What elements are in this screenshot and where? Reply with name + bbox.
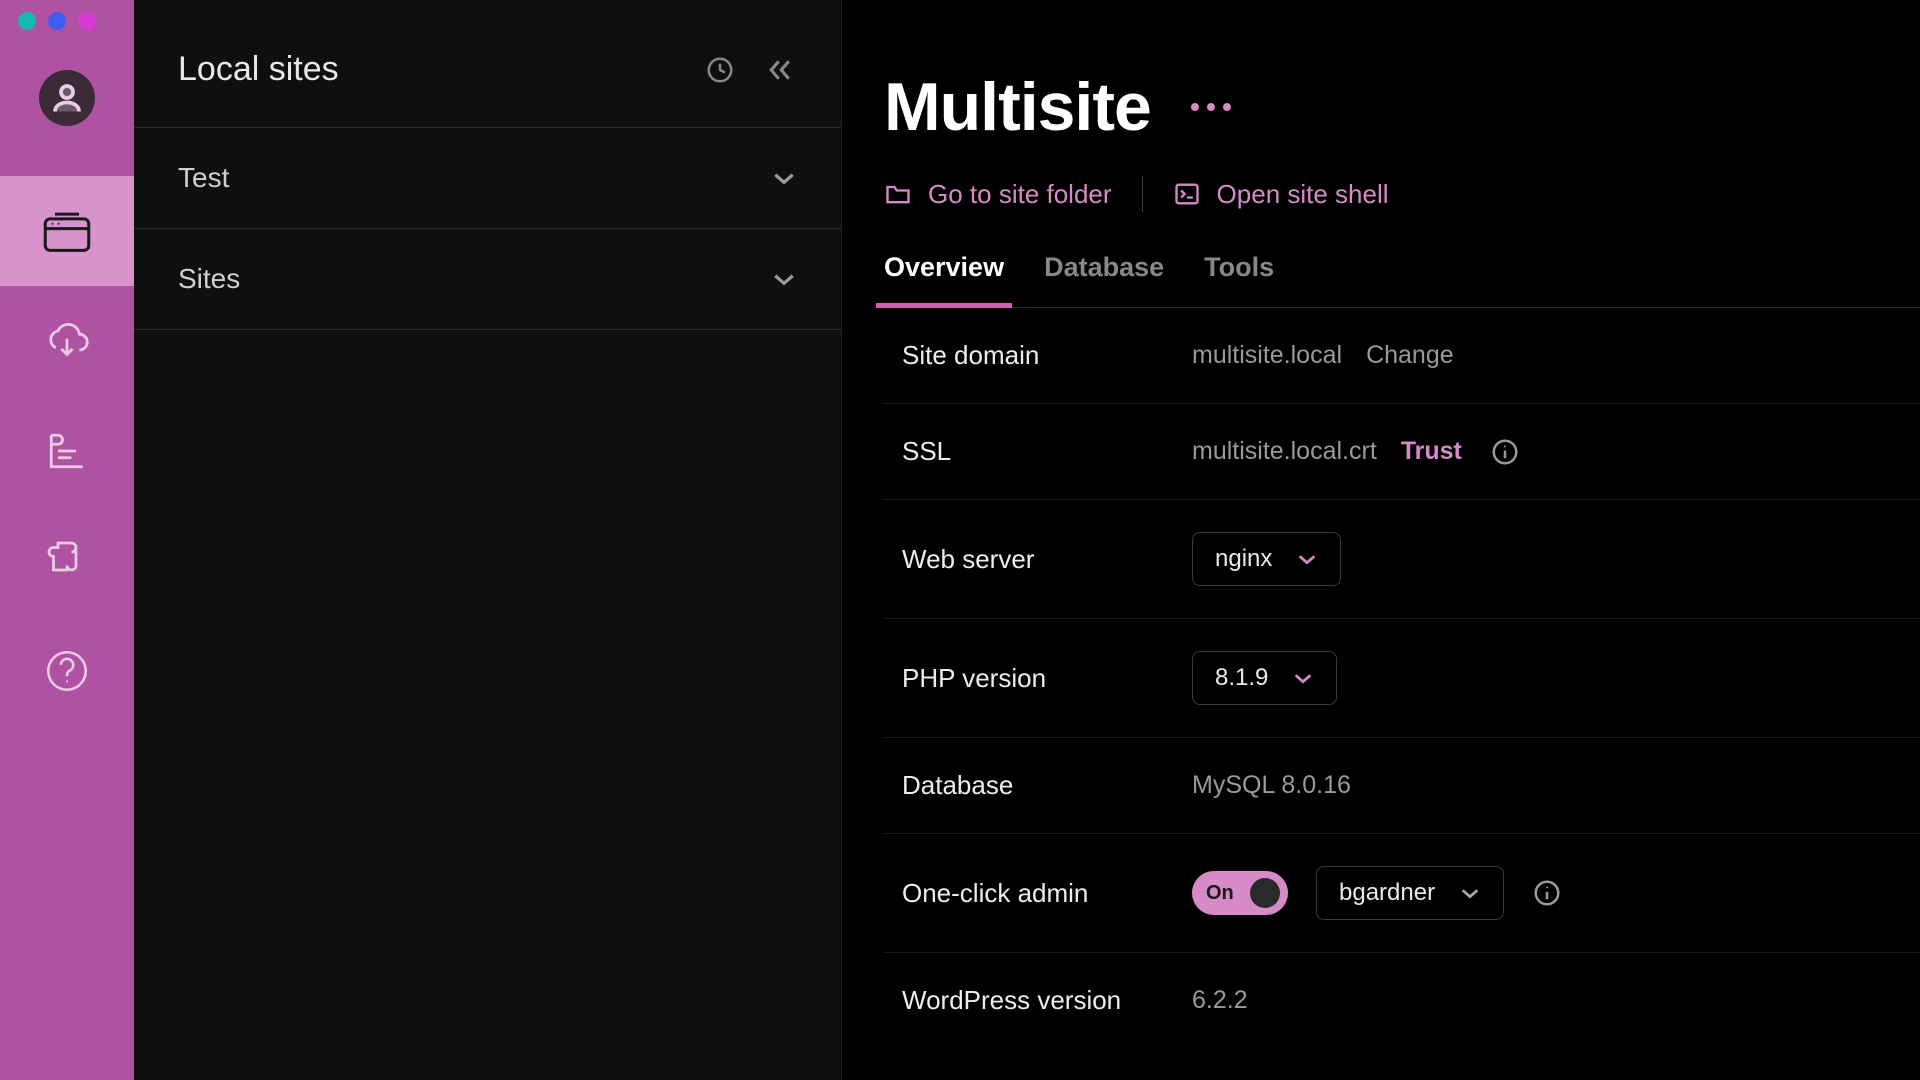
- info-icon[interactable]: [1490, 437, 1520, 467]
- change-domain-button[interactable]: Change: [1366, 341, 1454, 370]
- admin-user-select[interactable]: bgardner: [1316, 866, 1504, 920]
- sites-panel: Local sites Test Sites: [134, 0, 842, 1080]
- nav-blueprints[interactable]: [0, 396, 134, 506]
- oneclick-toggle[interactable]: On: [1192, 871, 1288, 915]
- user-icon: [49, 80, 85, 116]
- chevron-down-icon: [771, 271, 797, 287]
- iconbar: [0, 0, 134, 1080]
- browser-icon: [38, 202, 96, 260]
- maximize-dot[interactable]: [78, 12, 96, 30]
- puzzle-icon: [40, 534, 94, 588]
- window-controls[interactable]: [18, 12, 96, 30]
- recent-icon[interactable]: [705, 55, 735, 85]
- chevron-down-icon: [1296, 552, 1318, 566]
- cloud-download-icon: [40, 314, 94, 368]
- site-title: Multisite: [884, 68, 1151, 146]
- minimize-dot[interactable]: [48, 12, 66, 30]
- nav-sites[interactable]: [0, 176, 134, 286]
- sites-title: Local sites: [178, 50, 339, 89]
- php-select[interactable]: 8.1.9: [1192, 651, 1337, 705]
- chevron-down-icon: [1459, 886, 1481, 900]
- site-group-label: Sites: [178, 263, 240, 295]
- chevron-down-icon: [1292, 671, 1314, 685]
- site-group-label: Test: [178, 162, 229, 194]
- avatar[interactable]: [39, 70, 95, 126]
- site-detail: Multisite Go to site folder Open site sh…: [842, 0, 1920, 1080]
- help-icon: [42, 646, 92, 696]
- nav-cloud[interactable]: [0, 286, 134, 396]
- row-ssl: SSL multisite.local.crt Trust: [884, 404, 1920, 500]
- nav-help[interactable]: [0, 616, 134, 726]
- blueprint-icon: [40, 424, 94, 478]
- folder-icon: [884, 180, 912, 208]
- open-shell-button[interactable]: Open site shell: [1173, 179, 1389, 210]
- collapse-icon[interactable]: [763, 55, 797, 85]
- tab-tools[interactable]: Tools: [1204, 252, 1274, 307]
- toggle-knob: [1250, 878, 1280, 908]
- terminal-icon: [1173, 180, 1201, 208]
- site-group-test[interactable]: Test: [134, 128, 841, 229]
- tab-overview[interactable]: Overview: [884, 252, 1004, 307]
- row-database: Database MySQL 8.0.16: [884, 738, 1920, 834]
- more-menu[interactable]: [1191, 103, 1231, 111]
- go-to-folder-button[interactable]: Go to site folder: [884, 179, 1112, 210]
- tabs: Overview Database Tools: [884, 252, 1920, 308]
- chevron-down-icon: [771, 170, 797, 186]
- row-oneclick: One-click admin On bgardner: [884, 834, 1920, 953]
- sites-header: Local sites: [134, 0, 841, 128]
- row-wp: WordPress version 6.2.2: [884, 953, 1920, 1048]
- divider: [1142, 176, 1143, 212]
- trust-ssl-button[interactable]: Trust: [1401, 437, 1462, 466]
- row-webserver: Web server nginx: [884, 500, 1920, 619]
- webserver-select[interactable]: nginx: [1192, 532, 1341, 586]
- tab-database[interactable]: Database: [1044, 252, 1164, 307]
- info-icon[interactable]: [1532, 878, 1562, 908]
- site-group-sites[interactable]: Sites: [134, 229, 841, 330]
- close-dot[interactable]: [18, 12, 36, 30]
- row-domain: Site domain multisite.local Change: [884, 308, 1920, 404]
- row-php: PHP version 8.1.9: [884, 619, 1920, 738]
- nav-addons[interactable]: [0, 506, 134, 616]
